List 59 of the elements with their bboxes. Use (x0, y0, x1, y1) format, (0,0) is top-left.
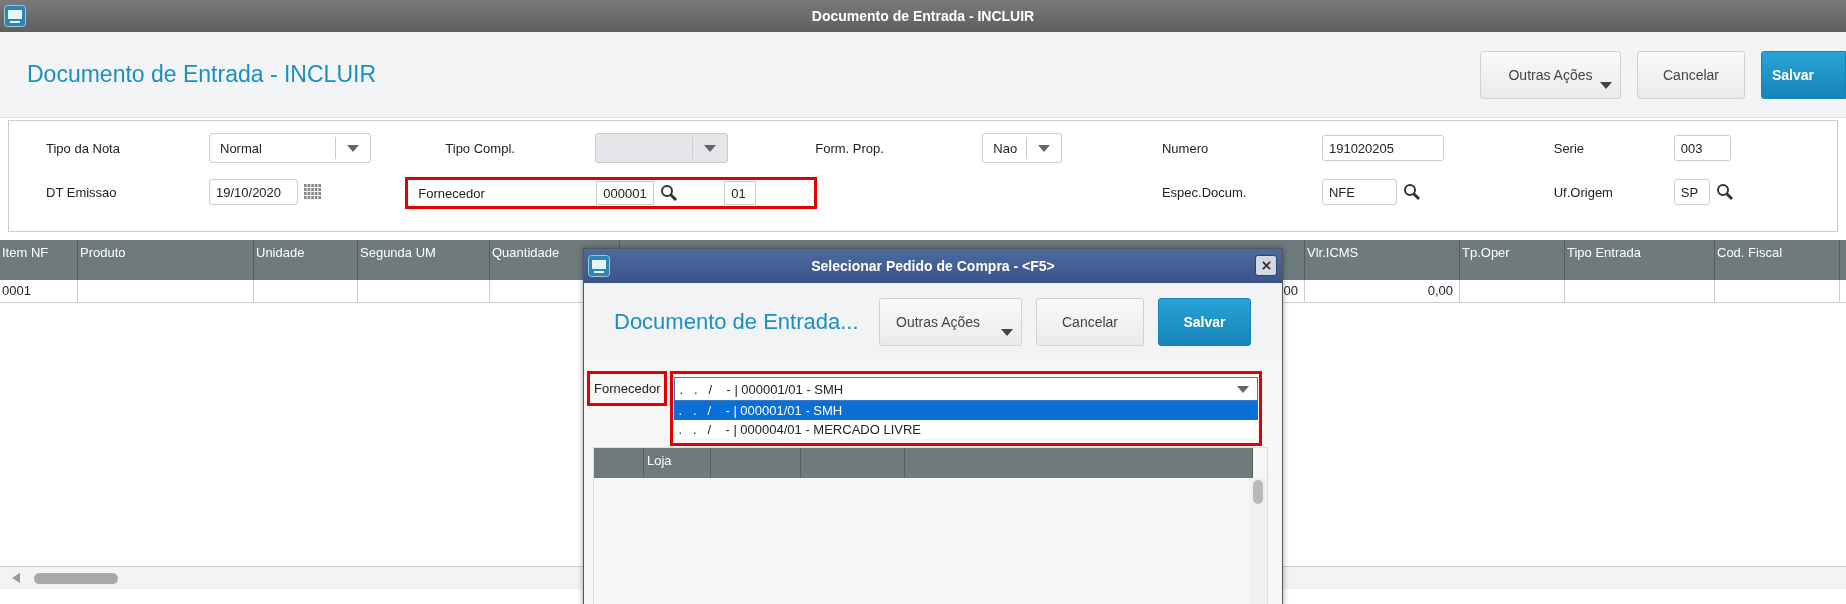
scroll-thumb[interactable] (34, 572, 118, 584)
action-button[interactable]: Cancelar (1637, 50, 1745, 99)
input-field[interactable]: 191020205 (1321, 135, 1444, 161)
input-field[interactable]: 000001 (596, 181, 655, 205)
field-label: DT Emissao (46, 184, 118, 200)
column-header[interactable]: Cod. Fiscal (1715, 240, 1840, 280)
column-header[interactable]: Item NF (0, 240, 78, 280)
action-button[interactable]: Outras Ações (879, 298, 1022, 346)
column-header[interactable]: Unidade (254, 240, 358, 280)
caret-icon (1038, 144, 1051, 152)
input-field[interactable]: NFE (1321, 179, 1397, 205)
dropdown-field[interactable]: . . / - | 000001/01 - SMH (674, 377, 1259, 401)
column-header[interactable]: Segunda UM (358, 240, 490, 280)
column-header[interactable]: Produto (78, 240, 254, 280)
column-header[interactable]: Loja (644, 448, 711, 478)
action-button[interactable]: Outras Ações (1480, 50, 1621, 99)
action-button[interactable]: Cancelar (1036, 298, 1144, 346)
scroll-thumb[interactable] (1253, 480, 1263, 504)
search-icon[interactable] (1402, 183, 1421, 201)
field-label: Numero (1160, 140, 1210, 156)
caret-icon (1001, 329, 1013, 336)
dialog-heading: Documento de Entrada... (614, 309, 860, 335)
input-field[interactable]: 01 (724, 181, 757, 205)
dropdown-option[interactable]: . . / - | 000001/01 - SMH (674, 401, 1259, 420)
table-cell: 0001 (0, 280, 78, 302)
select-field[interactable]: Normal (209, 133, 371, 163)
monitor-icon (4, 5, 26, 27)
field-label: Espec.Docum. (1160, 184, 1248, 200)
input-field[interactable]: SP (1673, 179, 1710, 205)
column-header[interactable]: Vlr.ICMS (1305, 240, 1460, 280)
table-cell: 0,00 (1305, 280, 1460, 302)
field-label: Uf.Origem (1552, 184, 1614, 200)
vertical-scrollbar[interactable] (1249, 478, 1267, 604)
close-icon (1261, 261, 1271, 270)
input-field[interactable]: 003 (1673, 135, 1731, 161)
dropdown-option[interactable]: . . / - | 000004/01 - MERCADO LIVRE (674, 420, 1259, 439)
page-title: Documento de Entrada - INCLUIR (27, 61, 376, 88)
left-arrow-icon[interactable] (12, 573, 20, 583)
field-label: Form. Prop. (815, 140, 885, 156)
caret-icon (704, 144, 717, 152)
field-label: Tipo da Nota (46, 140, 121, 156)
search-icon[interactable] (1715, 183, 1734, 201)
column-header[interactable]: Tp.Oper (1460, 240, 1565, 280)
field-label: Fornecedor (587, 371, 668, 406)
field-label: Fornecedor (417, 185, 486, 201)
calendar-icon[interactable] (304, 184, 322, 200)
date-field[interactable]: 19/10/2020 (209, 179, 298, 205)
caret-icon (1237, 385, 1250, 393)
close-button[interactable] (1255, 255, 1277, 276)
search-icon[interactable] (660, 184, 679, 202)
column-header[interactable]: Tipo Entrada (1565, 240, 1715, 280)
field-label: Serie (1552, 140, 1586, 156)
caret-icon (347, 144, 359, 152)
caret-icon (1600, 81, 1612, 89)
dialog-title: Selecionar Pedido de Compra - <F5> (811, 258, 1055, 274)
select-field[interactable]: Nao (982, 133, 1063, 163)
field-label: Tipo Compl. (445, 140, 516, 156)
window-title: Documento de Entrada - INCLUIR (811, 8, 1035, 24)
monitor-icon (588, 255, 610, 277)
